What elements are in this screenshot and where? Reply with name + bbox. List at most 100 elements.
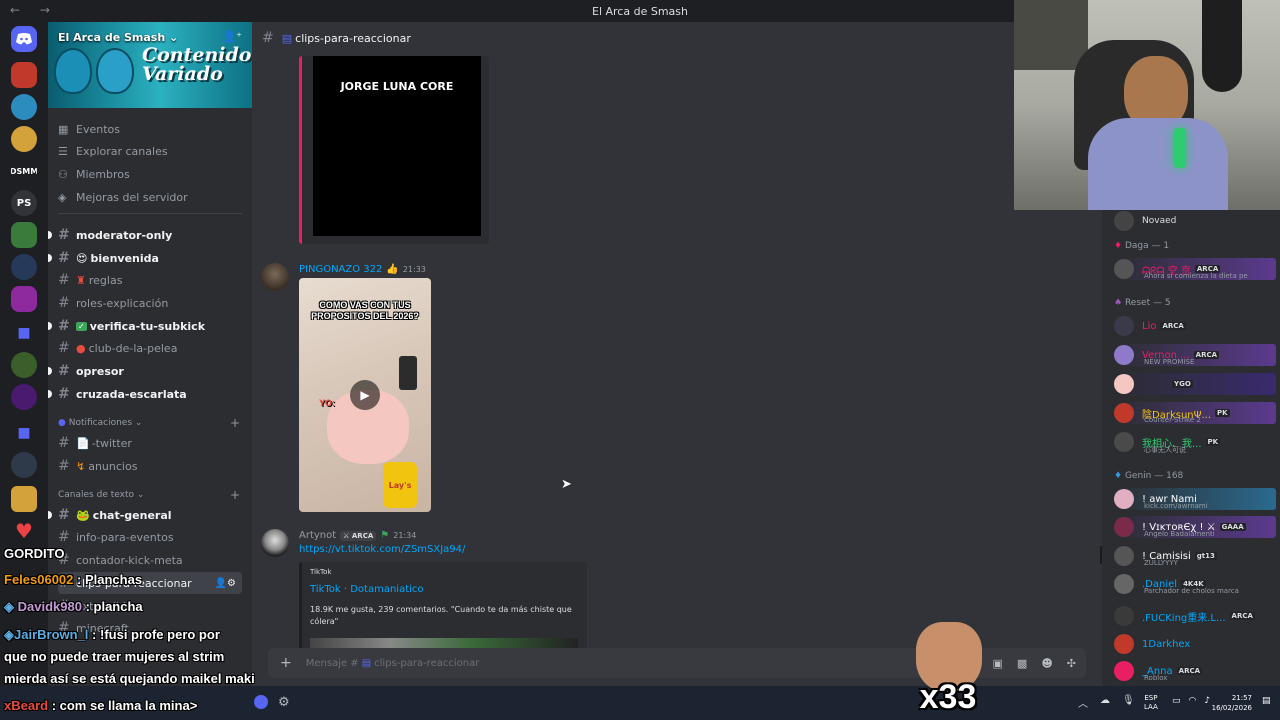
hash-icon: #: [58, 363, 70, 379]
channel-title: clips-para-reaccionar: [295, 31, 411, 45]
member-item[interactable]: ! VɪᴋᴛᴏʀЄχ ! ⚔ GAAA Angelo Badalamenti: [1114, 516, 1276, 538]
clock[interactable]: 21:57 16/02/2026: [1210, 693, 1252, 713]
channel-anuncios[interactable]: # ↯ anuncios: [58, 455, 242, 477]
channel-reglas[interactable]: # ♜ reglas: [58, 269, 242, 291]
server-icon[interactable]: [11, 62, 37, 88]
sparkle-icon: ↯: [76, 459, 86, 473]
member-item[interactable]: ! awr Nami kick.com/awrnami: [1114, 488, 1276, 510]
member-item[interactable]: 1Darkhex: [1114, 633, 1276, 655]
member-item[interactable]: 我相心、我... PK 心事无人可说: [1114, 431, 1276, 454]
message-author[interactable]: Artynot: [299, 530, 336, 541]
nav-boosts[interactable]: ◈ Mejoras del servidor: [58, 186, 188, 208]
server-label-dsmm[interactable]: DSMM: [11, 158, 37, 184]
channel-chat-general[interactable]: # 🐸 chat-general: [48, 504, 242, 526]
group-label: Genin — 168: [1124, 471, 1184, 481]
tray-icons[interactable]: ︿ ☁ 🎙: [1078, 695, 1135, 710]
hash-icon: #: [58, 386, 70, 402]
video-player[interactable]: JORGE LUNA CORE: [313, 56, 481, 236]
language-indicator[interactable]: ESP LAA: [1144, 694, 1158, 712]
member-item[interactable]: .Daniel 4K4K Parchador de cholos marca: [1114, 573, 1276, 595]
check-icon: ✓: [76, 321, 87, 331]
message-author[interactable]: PINGONAZO 322: [299, 264, 382, 275]
member-item[interactable]: Novaed: [1114, 210, 1276, 232]
member-item[interactable]: ! Camisisi gt13 ZULLYYYY: [1114, 545, 1276, 567]
server-icon[interactable]: [11, 384, 37, 410]
server-icon[interactable]: [11, 126, 37, 152]
channel-club-de-la-pelea[interactable]: # ● club-de-la-pelea: [58, 337, 242, 359]
channel-roles-explicacion[interactable]: # roles-explicación: [58, 292, 242, 314]
message-link[interactable]: https://vt.tiktok.com/ZSmSXJa94/: [299, 544, 465, 555]
heart-icon[interactable]: ♥: [11, 518, 37, 544]
network-icon[interactable]: ☁: [1100, 695, 1110, 710]
server-icon[interactable]: [11, 94, 37, 120]
system-tray[interactable]: ▭ ◠ ♪: [1172, 696, 1210, 706]
banner-title: Contenido Variado: [142, 44, 252, 85]
display-icon[interactable]: ▭: [1172, 696, 1181, 706]
embed-title[interactable]: TikTok · Dotamaniatico: [310, 584, 424, 595]
channel-bienvenida[interactable]: # 😍 bienvenida: [48, 247, 242, 269]
server-icon-active[interactable]: [11, 286, 37, 312]
server-banner[interactable]: El Arca de Smash ⌄ Contenido Variado 👤⁺: [48, 22, 252, 108]
server-label-ps[interactable]: PS: [11, 190, 37, 216]
member-item[interactable]: Lio ARCA: [1114, 315, 1276, 337]
overlay-chat-line: xBeard : com se llama la mina>: [4, 698, 198, 713]
unread-dot: [48, 322, 52, 330]
channel-twitter[interactable]: # 📄 -twitter: [58, 432, 242, 454]
server-name[interactable]: El Arca de Smash ⌄: [58, 31, 178, 44]
monitor-shape: [1014, 0, 1088, 70]
gif-icon[interactable]: ▣: [993, 657, 1003, 670]
channel-verifica-tu-subkick[interactable]: # ✓ verifica-tu-subkick: [48, 315, 242, 337]
invite-icon[interactable]: 👤⁺: [222, 30, 242, 43]
category-canales-de-texto[interactable]: Canales de texto ⌄: [58, 490, 144, 500]
channel-moderator-only[interactable]: # moderator-only: [48, 224, 242, 246]
folder-icon[interactable]: ■: [11, 320, 37, 346]
video-embed[interactable]: JORGE LUNA CORE: [299, 56, 489, 244]
member-item[interactable]: .FUCKing重来.L... ARCA: [1114, 605, 1276, 627]
channel-opresor[interactable]: # opresor: [48, 360, 242, 382]
member-item[interactable]: Vernon ... ARCA NEW PROMISE: [1114, 344, 1276, 366]
member-item[interactable]: ᗩᖇᗩ 空 京 ARCA Ahora si comienza la dieta pe: [1114, 258, 1276, 280]
sticker-icon[interactable]: ▩: [1017, 657, 1027, 670]
nav-members[interactable]: ⚇ Miembros: [58, 163, 130, 185]
member-tag: gt13: [1194, 552, 1217, 560]
chat-text: plancha: [93, 599, 143, 614]
server-icon[interactable]: [11, 452, 37, 478]
add-channel-button[interactable]: +: [230, 416, 240, 430]
role-badge: ⚔ ARCA: [340, 530, 377, 541]
member-name: .FUCKing重来.L...: [1142, 612, 1226, 624]
microphone-shape: [1174, 128, 1186, 168]
category-notificaciones[interactable]: ● Notificaciones ⌄: [58, 418, 142, 428]
avatar[interactable]: [261, 263, 289, 291]
add-channel-button[interactable]: +: [230, 488, 240, 502]
emote-combo: x33: [912, 622, 984, 720]
mic-icon[interactable]: 🎙: [1122, 695, 1135, 710]
apps-icon[interactable]: ✣: [1067, 657, 1076, 670]
member-item[interactable]: YGO: [1114, 373, 1276, 395]
server-icon[interactable]: [11, 254, 37, 280]
chevron-up-icon[interactable]: ︿: [1078, 695, 1088, 710]
member-item[interactable]: _Anna ARCA Roblox: [1114, 660, 1276, 682]
server-icon[interactable]: [11, 222, 37, 248]
channel-title-icon: ▤: [281, 31, 293, 45]
member-status: Roblox: [1144, 674, 1168, 682]
composer-placeholder: Mensaje #: [305, 657, 359, 669]
member-item[interactable]: 陰DarksunΨ... PK Counter-Strike 2: [1114, 402, 1276, 424]
member-status: 心事无人可说: [1144, 446, 1186, 454]
back-forward-icon[interactable]: ← →: [10, 3, 58, 17]
nav-browse-channels[interactable]: ☰ Explorar canales: [58, 140, 168, 162]
notification-icon[interactable]: ▤: [1262, 696, 1271, 706]
server-icon[interactable]: [11, 486, 37, 512]
discord-logo-icon[interactable]: [11, 26, 37, 52]
window-title: El Arca de Smash: [592, 4, 688, 18]
folder-icon[interactable]: ■: [11, 420, 37, 446]
nav-events[interactable]: ▦ Eventos: [58, 118, 120, 140]
member-status: Counter-Strike 2: [1144, 416, 1201, 424]
video-thumbnail[interactable]: COMO VAS CON TUS PROPOSITOS DEL 2026? YO…: [299, 278, 431, 512]
channel-cruzada-escarlata[interactable]: # cruzada-escarlata: [48, 383, 242, 405]
server-icon[interactable]: [11, 352, 37, 378]
emoji-icon[interactable]: ☻: [1041, 657, 1052, 670]
members-icon: ⚇: [58, 167, 68, 181]
overlay-header: GORDITO: [4, 546, 65, 561]
play-icon[interactable]: ▶: [350, 380, 380, 410]
wifi-icon[interactable]: ◠: [1189, 696, 1197, 706]
